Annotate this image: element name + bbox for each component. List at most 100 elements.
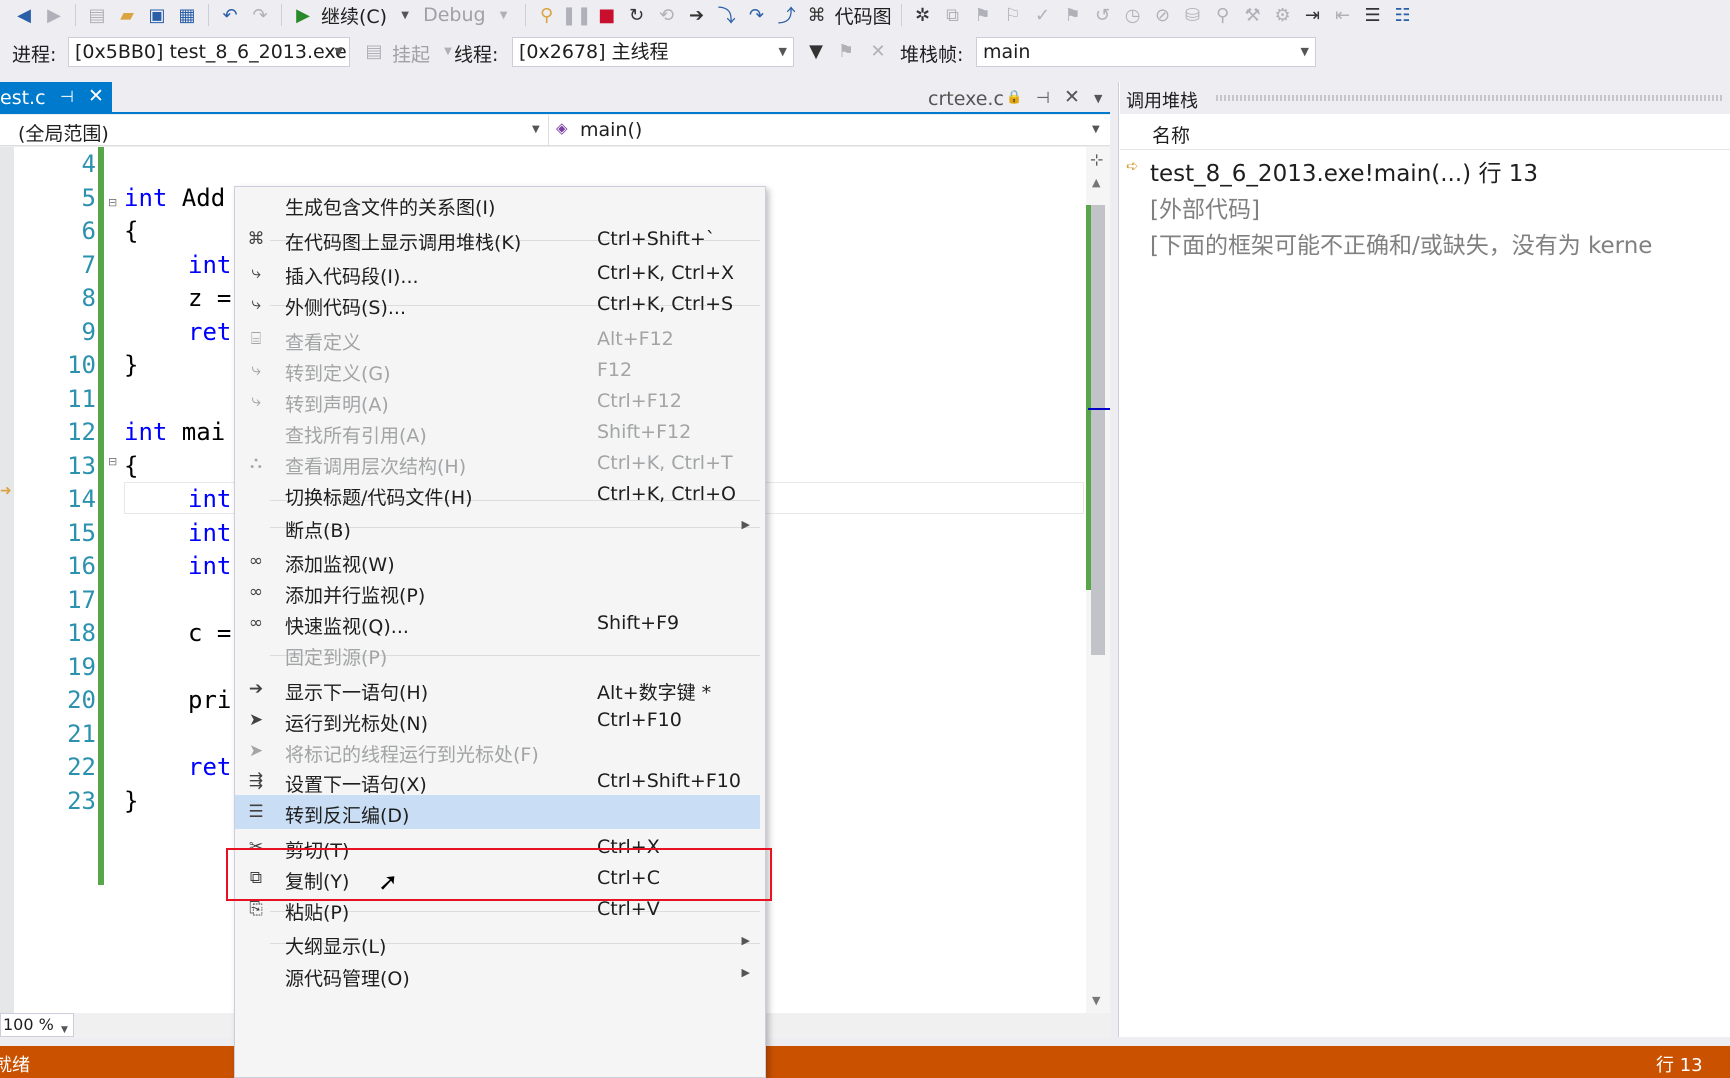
menu-item[interactable]: ⤷ 外侧代码(S)... Ctrl+K, Ctrl+S [235, 287, 760, 321]
break-all-icon[interactable]: ❚❚ [562, 3, 592, 27]
pin-icon[interactable]: ⊣ [60, 87, 74, 106]
lock-icon: 🔒 [1006, 90, 1023, 105]
collapse-icon[interactable]: ⊟ [108, 196, 117, 209]
menu-item[interactable]: ⤷ 插入代码段(I)... Ctrl+K, Ctrl+X [235, 256, 760, 290]
check-icon[interactable]: ✓ [1031, 3, 1055, 27]
menu-item: ⤷ 转到声明(A) Ctrl+F12 [235, 384, 760, 418]
menu-item[interactable]: ⌘ 在代码图上显示调用堆栈(K) Ctrl+Shift+` [235, 222, 760, 256]
scope-dropdown[interactable]: (全局范围) ▼ [0, 115, 549, 145]
menu-item-label: 查看调用层次结构(H) [285, 456, 467, 478]
wrench-icon[interactable]: ⚒ [1241, 3, 1265, 27]
tab-test-c[interactable]: est.c ⊣ ✕ [0, 82, 112, 113]
bookmark-icon[interactable]: ⚑ [971, 3, 995, 27]
undo-icon[interactable]: ↺ [1091, 3, 1115, 27]
uncomment-icon[interactable]: ☷ [1391, 3, 1415, 27]
open-file-icon[interactable]: ▰ [115, 3, 139, 27]
suspend-icon[interactable]: ▤ [362, 39, 386, 63]
solution-config-dropdown[interactable]: Debug [423, 4, 485, 26]
database-icon[interactable]: ⛁ [1181, 3, 1205, 27]
tab-accent-line [0, 112, 1110, 114]
callstack-row[interactable]: ➪ test_8_6_2013.exe!main(...) 行 13 [1120, 152, 1730, 188]
hex-display-icon[interactable]: ✲ [911, 3, 935, 27]
step-over-icon[interactable]: ↷ [745, 3, 769, 27]
zoom-dropdown[interactable]: 100 % ▼ [0, 1013, 74, 1037]
navigation-bar: (全局范围) ▼ ◈ main() ▼ [0, 115, 1110, 146]
line-number: 13 [67, 452, 96, 480]
apply-changes-icon[interactable]: ⟲ [655, 3, 679, 27]
toolbar-separator [208, 4, 209, 26]
menu-item[interactable]: ➤ 运行到光标处(N) Ctrl+F10 [235, 703, 760, 737]
flag-icon[interactable]: ⚑ [834, 39, 858, 63]
pin-icon[interactable]: ⊣ [1036, 88, 1050, 107]
continue-button[interactable]: 继续(C) [321, 2, 387, 29]
comment-icon[interactable]: ☰ [1361, 3, 1385, 27]
callstack-row[interactable]: [下面的框架可能不正确和/或缺失，没有为 kerne [1120, 224, 1730, 260]
menu-item-shortcut: Ctrl+K, Ctrl+X [597, 262, 735, 284]
menu-item[interactable]: ∞ 添加并行监视(P) [235, 575, 760, 609]
back-icon[interactable]: ◀ [12, 3, 36, 27]
menu-item-label: 大纲显示(L) [285, 936, 387, 958]
stackframe-dropdown[interactable]: main ▼ [976, 37, 1316, 67]
code-keyword: int [188, 251, 232, 279]
tools-icon[interactable]: ⚙ [1271, 3, 1295, 27]
menu-item[interactable]: 生成包含文件的关系图(I) [235, 187, 760, 221]
chevron-down-icon[interactable]: ▼ [393, 3, 417, 27]
callstack-column-header[interactable]: 名称 [1120, 115, 1730, 150]
indent-icon[interactable]: ⇥ [1301, 3, 1325, 27]
code-text: { [124, 452, 139, 480]
restart-icon[interactable]: ↻ [625, 3, 649, 27]
threads-flag-icon[interactable]: ✕ [866, 39, 890, 63]
menu-item[interactable]: ∞ 添加监视(W) [235, 544, 760, 578]
panel-grip[interactable] [1216, 95, 1724, 101]
submenu-arrow-icon: ▶ [741, 966, 750, 979]
stop-icon[interactable]: ■ [595, 3, 619, 27]
chevron-down-icon[interactable]: ▼ [1094, 92, 1102, 105]
split-icon[interactable]: ⊹ [1090, 150, 1103, 169]
search-icon[interactable]: ⚲ [1211, 3, 1235, 27]
outdent-icon[interactable]: ⇤ [1331, 3, 1355, 27]
function-dropdown[interactable]: ◈ main() ▼ [552, 115, 1108, 145]
step-into-icon[interactable]: ⤵ [715, 3, 739, 27]
collapse-icon[interactable]: ⊟ [108, 455, 117, 468]
history-icon[interactable]: ◷ [1121, 3, 1145, 27]
menu-item[interactable]: ∞ 快速监视(Q)... Shift+F9 [235, 606, 760, 640]
menu-item[interactable]: 切换标题/代码文件(H) Ctrl+K, Ctrl+O [235, 477, 760, 511]
menu-item[interactable]: ⇶ 设置下一语句(X) Ctrl+Shift+F10 [235, 764, 760, 798]
close-icon[interactable]: ✕ [1064, 86, 1080, 108]
chevron-down-icon[interactable]: ▼ [492, 3, 516, 27]
callstack-row[interactable]: [外部代码] [1120, 188, 1730, 224]
menu-item[interactable]: 大纲显示(L) ▶ [235, 926, 760, 960]
bookmark-prev-icon[interactable]: ⚐ [1001, 3, 1025, 27]
tab-crtexe-c[interactable]: crtexe.c [928, 88, 1004, 110]
show-next-statement-icon[interactable]: ➔ [685, 3, 709, 27]
menu-item[interactable]: ☰ 转到反汇编(D) [235, 795, 760, 829]
codemap-button[interactable]: 代码图 [835, 2, 892, 29]
undo-icon[interactable]: ↶ [218, 3, 242, 27]
process-dropdown[interactable]: [0x5BB0] test_8_6_2013.exe ▼ [68, 37, 350, 67]
filter-icon[interactable]: ▼ [804, 39, 828, 63]
redo-icon[interactable]: ↷ [248, 3, 272, 27]
clear-icon[interactable]: ⊘ [1151, 3, 1175, 27]
close-icon[interactable]: ✕ [88, 85, 104, 107]
save-icon[interactable]: ▣ [145, 3, 169, 27]
suspend-button[interactable]: 挂起 [392, 40, 430, 67]
find-icon[interactable]: ⚲ [535, 3, 559, 27]
menu-item[interactable]: ➔ 显示下一语句(H) Alt+数字键 * [235, 672, 760, 706]
bookmark-next-icon[interactable]: ⚑ [1061, 3, 1085, 27]
continue-icon[interactable]: ▶ [291, 3, 315, 27]
threads-icon[interactable]: ⧉ [941, 3, 965, 27]
thread-dropdown[interactable]: [0x2678] 主线程 ▼ [512, 37, 794, 67]
step-out-icon[interactable]: ⤴ [775, 3, 799, 27]
codemap-icon[interactable]: ⌘ [805, 3, 829, 27]
chevron-down-icon: ▼ [61, 1025, 68, 1035]
scroll-down-icon[interactable]: ▼ [1092, 994, 1100, 1007]
scroll-up-icon[interactable]: ▲ [1092, 176, 1100, 189]
menu-item[interactable]: 断点(B) ▶ [235, 510, 760, 544]
submenu-arrow-icon: ▶ [741, 518, 750, 531]
save-all-icon[interactable]: ▦ [175, 3, 199, 27]
scrollbar-thumb[interactable] [1091, 205, 1105, 655]
new-project-icon[interactable]: ▤ [85, 3, 109, 27]
forward-icon[interactable]: ▶ [42, 3, 66, 27]
function-value: main() [580, 119, 643, 141]
menu-item[interactable]: 源代码管理(O) ▶ [235, 958, 760, 992]
